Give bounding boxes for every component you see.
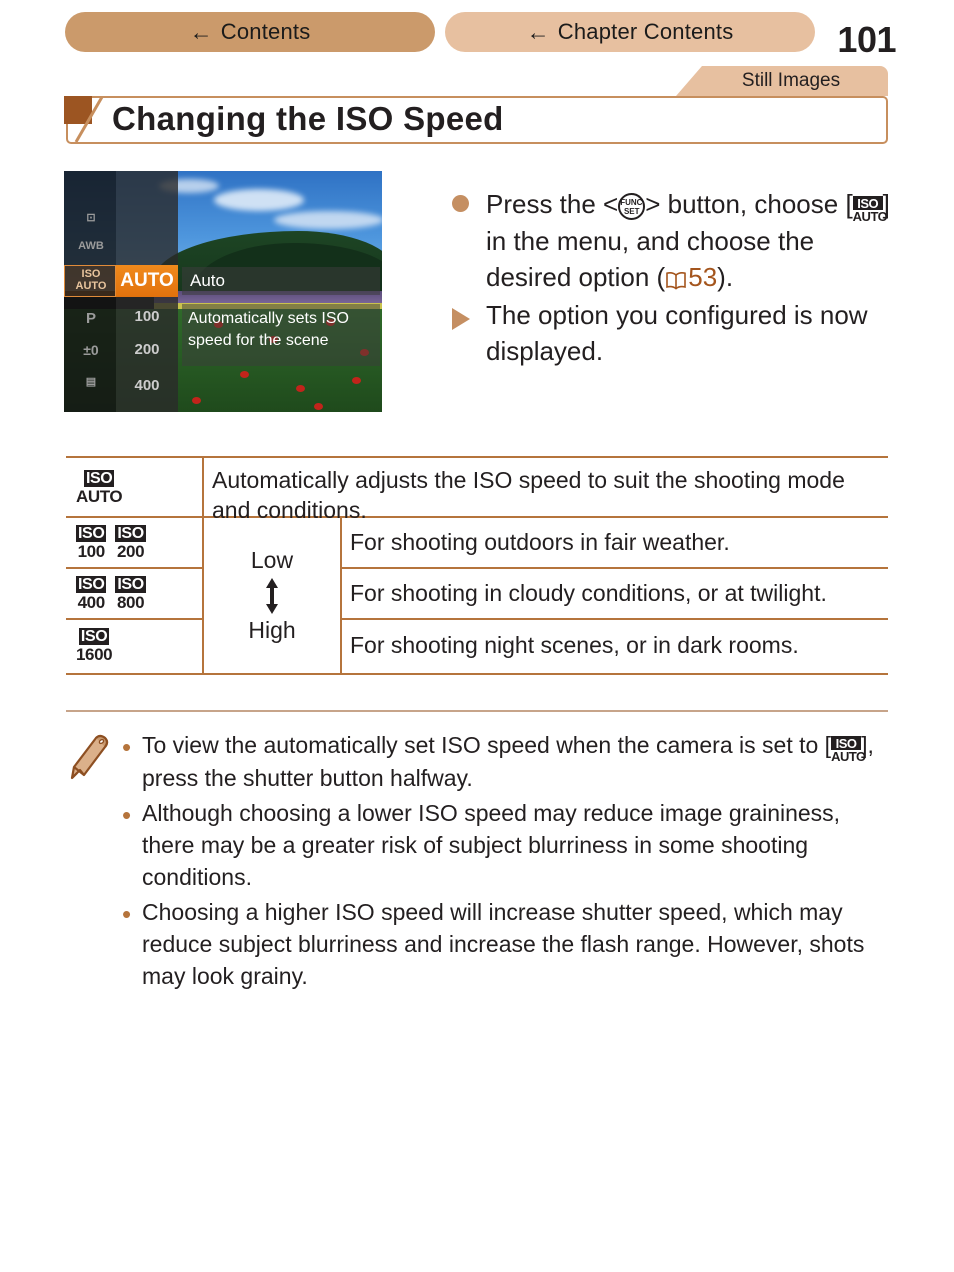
table-description-column: For shooting outdoors in fair weather. F… (342, 518, 888, 673)
menu-icon-awb: AWB (78, 240, 104, 252)
table-cell-icon: ISO 400 ISO 800 (66, 569, 202, 620)
back-arrow-icon: ← (189, 18, 213, 45)
instruction-step-text: Press the < FUNC. SET > button, choose [ISO… (486, 186, 902, 295)
scale-low-label: Low (250, 547, 294, 574)
table-cell-description: For shooting outdoors in fair weather. (342, 518, 888, 569)
note-item: • Choosing a higher ISO speed will incre… (122, 897, 888, 993)
double-arrow-icon (266, 577, 278, 614)
scale-labels: Low High (248, 547, 295, 643)
section-marker-slash (74, 96, 104, 143)
triangle-marker (452, 297, 486, 369)
menu-icon-mode-p: P (85, 310, 96, 327)
poppy (352, 377, 361, 384)
scale-high-label: High (248, 616, 296, 643)
table-row: For shooting outdoors in fair weather. (342, 518, 888, 569)
instruction-result: The option you configured is now display… (452, 297, 902, 369)
cloud (274, 211, 382, 229)
table-cell-icon: ISO 1600 (66, 620, 202, 671)
note-bullet: • (122, 898, 132, 929)
poppy (240, 371, 249, 378)
sensitivity-scale: Low High (204, 518, 342, 673)
menu-icon-exposure: ±0 (83, 342, 99, 358)
manual-page: ← Contents ← Chapter Contents 101 Still … (0, 0, 954, 1272)
still-images-tab: Still Images (676, 66, 888, 96)
iso-1600-icon: ISO 1600 (76, 628, 113, 664)
poppy (192, 397, 201, 404)
iso-value-option: 200 (134, 341, 160, 358)
table-row: For shooting night scenes, or in dark ro… (342, 620, 888, 671)
page-reference-link[interactable]: 53 (665, 262, 717, 292)
table-row-group: ISO 100 ISO 200 ISO 400 ISO 800 ISO 1600… (66, 518, 888, 673)
iso-400-icon: ISO 400 (76, 576, 107, 612)
camera-screen-illustration: ⊡ AWB ISO AUTO P ±0 ▤ AUTO 100 200 400 Au… (64, 171, 382, 412)
table-cell-description: Automatically adjusts the ISO speed to s… (212, 467, 845, 523)
pencil-icon (70, 734, 109, 780)
contents-button[interactable]: ← Contents (65, 12, 435, 52)
contents-button-label: Contents (220, 19, 311, 44)
iso-spec-table: ISO AUTO Automatically adjusts the ISO s… (66, 456, 888, 675)
note-text: Choosing a higher ISO speed will increas… (142, 898, 865, 989)
menu-icon-drive: ▤ (85, 376, 97, 388)
page-reference-number: 53 (688, 262, 718, 293)
iso-200-icon: ISO 200 (115, 525, 146, 561)
pencil-icon-wrap (66, 730, 122, 996)
step-text-tail: ). (717, 262, 734, 293)
iso-value-selected: AUTO (116, 265, 178, 297)
note-text-pre: To view the automatically set ISO speed … (142, 732, 832, 758)
chapter-contents-button[interactable]: ← Chapter Contents (445, 12, 815, 52)
book-icon (666, 272, 687, 290)
notes-section: • To view the automatically set ISO spee… (66, 730, 888, 996)
table-row: ISO AUTO Automatically adjusts the ISO s… (66, 458, 888, 523)
poppy (296, 385, 305, 392)
table-cell-description: For shooting night scenes, or in dark ro… (350, 632, 799, 658)
instruction-list: Press the < FUNC. SET > button, choose [ISO… (452, 186, 902, 372)
menu-icon-af-frame: ⊡ (86, 212, 96, 224)
note-text: Although choosing a lower ISO speed may … (142, 799, 841, 890)
page-title: Changing the ISO Speed (112, 100, 504, 137)
note-item: • To view the automatically set ISO spee… (122, 730, 888, 795)
still-images-tab-label: Still Images (741, 70, 841, 91)
iso-auto-icon: ISO AUTO (852, 196, 888, 224)
note-bullet: • (122, 799, 132, 830)
poppy (314, 403, 323, 410)
table-row: For shooting in cloudy conditions, or at… (342, 569, 888, 620)
instruction-step: Press the < FUNC. SET > button, choose [ISO… (452, 186, 902, 295)
top-navigation: ← Contents ← Chapter Contents 101 (0, 12, 954, 60)
iso-value-option: 100 (134, 308, 160, 325)
iso-800-icon: ISO 800 (115, 576, 146, 612)
back-arrow-icon: ← (526, 18, 550, 45)
chapter-contents-button-label: Chapter Contents (557, 19, 734, 44)
menu-icon-iso-label: ISO AUTO (75, 268, 107, 292)
notes-list: • To view the automatically set ISO spee… (122, 730, 888, 996)
notes-divider (66, 710, 888, 712)
table-cell-description: For shooting in cloudy conditions, or at… (342, 569, 888, 620)
instruction-result-text: The option you configured is now display… (486, 300, 868, 367)
note-text: To view the automatically set ISO speed … (142, 730, 888, 795)
table-cell-icon: ISO AUTO (66, 458, 204, 516)
iso-auto-icon: ISO AUTO (76, 469, 123, 506)
iso-option-label: Auto (182, 267, 380, 295)
table-icon-column: ISO 100 ISO 200 ISO 400 ISO 800 ISO 1600 (66, 518, 204, 673)
iso-value-option: 400 (134, 377, 160, 394)
iso-100-icon: ISO 100 (76, 525, 107, 561)
note-bullet: • (122, 732, 132, 762)
cloud (214, 189, 304, 211)
table-cell-icon: ISO 100 ISO 200 (66, 518, 202, 569)
iso-option-description: Automatically sets ISO speed for the sce… (182, 304, 380, 366)
step-text-pre: Press the < (486, 189, 619, 219)
step-text-mid: > button, choose [ (645, 189, 853, 219)
note-item: • Although choosing a lower ISO speed ma… (122, 798, 888, 894)
iso-auto-icon: ISO AUTO (831, 736, 866, 764)
func-set-button-icon: FUNC. SET (618, 193, 646, 220)
table-rule (66, 673, 888, 675)
page-number: 101 (837, 19, 896, 60)
bullet-marker (452, 186, 486, 295)
